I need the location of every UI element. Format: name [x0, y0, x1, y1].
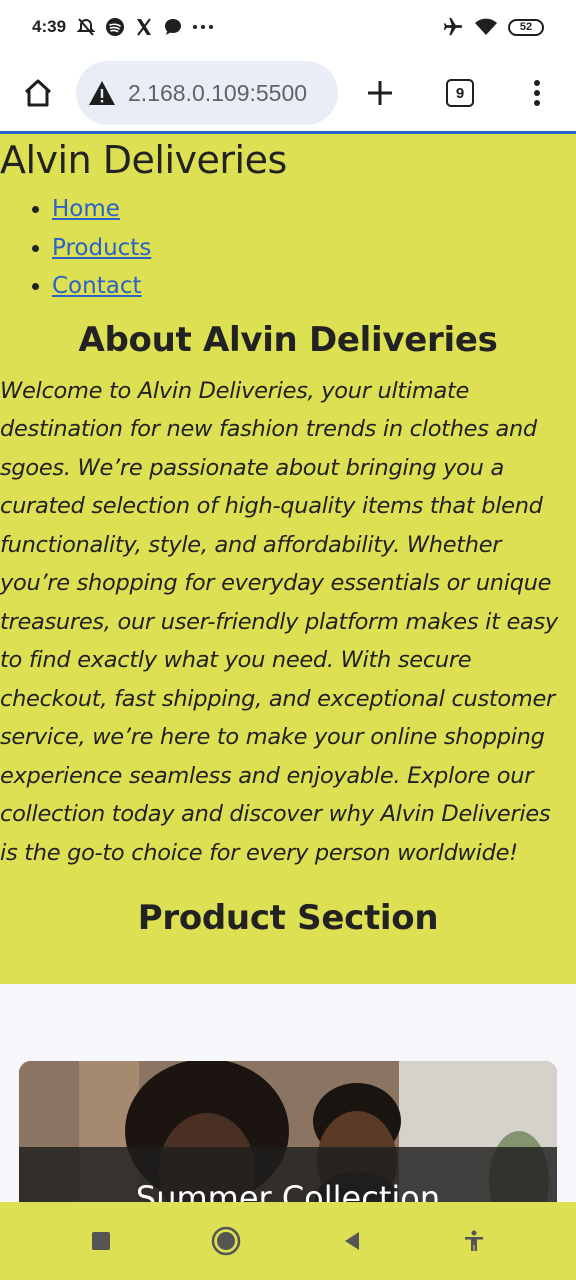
airplane-icon: [443, 17, 463, 36]
status-bar: 4:39 52: [0, 0, 576, 54]
nav-item-contact: Contact: [52, 267, 576, 306]
tab-switcher-button[interactable]: 9: [422, 54, 498, 132]
nav-link-products[interactable]: Products: [52, 235, 151, 261]
warning-icon: [89, 81, 115, 105]
new-tab-button[interactable]: [338, 54, 422, 132]
tab-count: 9: [446, 79, 474, 107]
card-title: Summer Collection: [135, 1179, 441, 1202]
url-bar[interactable]: 2.168.0.109:5500: [76, 61, 338, 125]
spotify-icon: [106, 18, 125, 36]
wifi-icon: [475, 18, 497, 35]
home-button[interactable]: [0, 54, 76, 132]
system-nav-bar: [0, 1202, 576, 1280]
url-text: 2.168.0.109:5500: [128, 79, 308, 106]
product-card[interactable]: Summer Collection: [19, 1061, 557, 1202]
status-time: 4:39: [32, 17, 67, 36]
home-circle-icon[interactable]: [211, 1226, 241, 1256]
plus-icon: [368, 81, 392, 105]
nav-item-home: Home: [52, 190, 576, 229]
web-page: Alvin Deliveries Home Products Contact A…: [0, 134, 576, 1202]
about-heading: About Alvin Deliveries: [78, 319, 498, 360]
message-icon: [165, 19, 182, 35]
status-icons-left: [76, 17, 214, 37]
more-icon: [193, 25, 214, 29]
site-title: Alvin Deliveries: [0, 138, 287, 182]
home-icon: [24, 79, 52, 107]
nav-link-home[interactable]: Home: [52, 196, 120, 222]
site-nav: Home Products Contact: [0, 190, 576, 306]
battery-level: 52: [519, 21, 533, 33]
x-icon: [137, 18, 152, 36]
page-header-section: Alvin Deliveries Home Products Contact A…: [0, 134, 576, 984]
nav-item-products: Products: [52, 229, 576, 268]
product-section-heading: Product Section: [137, 898, 439, 938]
recents-icon[interactable]: [90, 1230, 112, 1252]
status-icons-right: 52: [442, 16, 544, 38]
about-paragraph: Welcome to Alvin Deliveries, your ultima…: [0, 377, 558, 866]
kebab-menu-icon: [534, 80, 540, 106]
battery-icon: 52: [508, 18, 544, 36]
nav-link-contact[interactable]: Contact: [52, 273, 141, 299]
mute-icon: [76, 18, 96, 36]
accessibility-icon[interactable]: [462, 1229, 486, 1253]
menu-button[interactable]: [498, 54, 576, 132]
back-icon[interactable]: [341, 1230, 363, 1252]
browser-toolbar: 2.168.0.109:5500 9: [0, 54, 576, 132]
